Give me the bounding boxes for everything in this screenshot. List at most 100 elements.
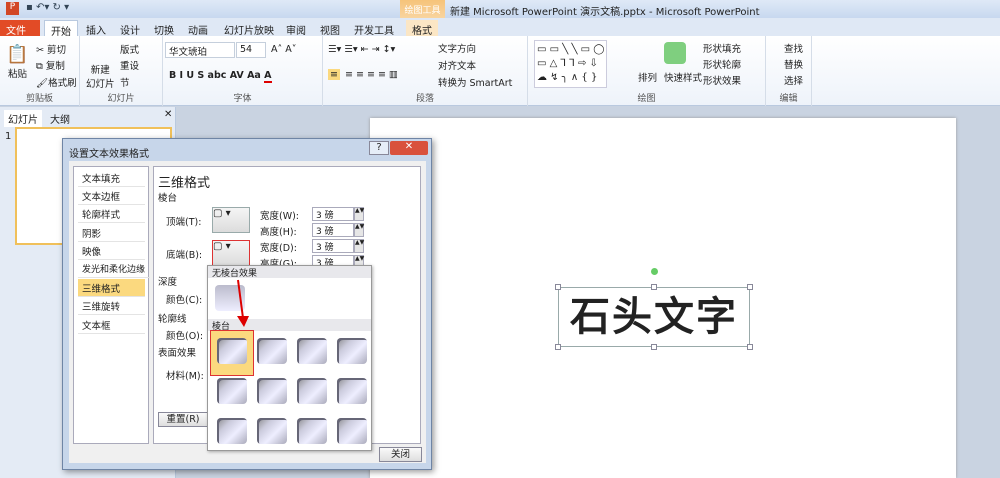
quick-access-toolbar[interactable]: ▪ ↶▾ ↻ ▾ <box>26 2 69 13</box>
top-width-input[interactable]: 3 磅 <box>312 207 354 221</box>
bevel-option[interactable] <box>217 418 247 444</box>
category-glow[interactable]: 发光和柔化边缘 <box>78 260 150 278</box>
shape-effects-button[interactable]: 形状效果 <box>703 73 741 87</box>
editing-group: 查找 替换 选择 编辑 <box>766 36 812 106</box>
convert-smartart-button[interactable]: 转换为 SmartArt <box>438 75 512 89</box>
tab-format[interactable]: 格式 <box>406 20 438 37</box>
top-bevel-label: 顶端(T): <box>166 217 202 228</box>
resize-handle[interactable] <box>747 284 753 290</box>
bottom-bevel-dropdown[interactable]: ▢ ▾ <box>212 240 250 266</box>
tab-developer[interactable]: 开发工具 <box>348 20 400 37</box>
tab-design[interactable]: 设计 <box>114 20 146 37</box>
shapes-gallery[interactable]: ▭ ▭ ╲ ╲ ▭ ◯ ▭ △ ⅂ ⅂ ⇨ ⇩ ☁ ↯ ╮ ∧ { } <box>534 40 608 88</box>
bevel-option[interactable] <box>257 418 287 444</box>
select-button[interactable]: 选择 <box>784 73 803 87</box>
top-bevel-dropdown[interactable]: ▢ ▾ <box>212 207 250 233</box>
category-text-box[interactable]: 文本框 <box>78 316 145 334</box>
reset-button[interactable]: 重置(R) <box>158 412 208 427</box>
tab-file[interactable]: 文件 <box>0 20 40 37</box>
text-box[interactable]: 石头文字 <box>558 287 750 347</box>
help-icon[interactable]: ? <box>369 141 389 155</box>
bottom-bevel-label: 底端(B): <box>166 250 203 261</box>
paste-button[interactable]: 粘贴 <box>8 66 27 80</box>
quick-styles-button[interactable]: 快速样式 <box>664 70 702 84</box>
font-size-select[interactable]: 54 <box>236 42 266 58</box>
surface-heading: 表面效果 <box>158 348 197 359</box>
font-name-select[interactable]: 华文琥珀 <box>165 42 235 58</box>
close-panel-icon[interactable]: ✕ <box>164 109 172 120</box>
align-left-button[interactable]: ≡ <box>328 69 340 80</box>
top-height-input[interactable]: 3 磅 <box>312 223 354 237</box>
bottom-width-spinner[interactable]: ▲▼ <box>354 239 364 253</box>
drawing-label: 绘图 <box>637 94 656 104</box>
tab-animations[interactable]: 动画 <box>182 20 214 37</box>
new-slide-button[interactable]: 新建 幻灯片 <box>86 62 115 90</box>
tab-transitions[interactable]: 切换 <box>148 20 180 37</box>
format-painter-label: 格式刷 <box>48 78 77 89</box>
close-button[interactable]: 关闭 <box>379 447 422 462</box>
font-size-buttons[interactable]: A˄ A˅ <box>271 44 297 55</box>
font-group: 华文琥珀 54 A˄ A˅ B I U S abc AV Aa A 字体 <box>163 36 323 106</box>
bottom-width-input[interactable]: 3 磅 <box>312 239 354 253</box>
bevel-option[interactable] <box>337 378 367 404</box>
reset-slide-button[interactable]: 重设 <box>120 58 139 72</box>
tab-review[interactable]: 审阅 <box>280 20 312 37</box>
bevel-heading: 棱台 <box>158 193 178 204</box>
layout-button[interactable]: 版式 <box>120 42 139 56</box>
tab-insert[interactable]: 插入 <box>80 20 112 37</box>
clipboard-label: 剪贴板 <box>25 94 53 104</box>
top-height-spinner[interactable]: ▲▼ <box>354 223 364 237</box>
shape-outline-button[interactable]: 形状轮廓 <box>703 57 741 71</box>
resize-handle[interactable] <box>651 284 657 290</box>
paragraph-label: 段落 <box>415 94 434 104</box>
tab-home[interactable]: 开始 <box>44 20 78 38</box>
rotate-handle[interactable] <box>651 268 658 275</box>
align-buttons[interactable]: ≡ ≡ ≡ ≡ ▥ <box>345 69 398 80</box>
tab-slides[interactable]: 幻灯片 <box>4 110 42 127</box>
resize-handle[interactable] <box>747 344 753 350</box>
bevel-option[interactable] <box>217 378 247 404</box>
copy-button[interactable]: ⧉ 复制 <box>36 58 65 72</box>
text-direction-button[interactable]: 文字方向 <box>438 41 476 55</box>
section-button[interactable]: 节 <box>120 75 130 89</box>
category-3d-format[interactable]: 三维格式 <box>78 279 145 297</box>
bevel-option[interactable] <box>337 418 367 444</box>
format-painter-button[interactable]: 🖌格式刷 <box>36 75 77 89</box>
resize-handle[interactable] <box>651 344 657 350</box>
list-buttons[interactable]: ☰▾ ☰▾ ⇤ ⇥ ↕▾ <box>328 44 395 55</box>
category-text-fill[interactable]: 文本填充 <box>78 169 145 187</box>
bevel-option[interactable] <box>337 338 367 364</box>
bevel-option[interactable] <box>297 338 327 364</box>
category-outline-style[interactable]: 轮廓样式 <box>78 205 145 223</box>
format-buttons[interactable]: B I U S abc AV Aa A <box>169 70 272 83</box>
category-3d-rotation[interactable]: 三维旋转 <box>78 297 145 315</box>
bevel-option[interactable] <box>257 378 287 404</box>
cut-button[interactable]: ✂ 剪切 <box>36 42 66 56</box>
find-button[interactable]: 查找 <box>784 41 803 55</box>
bevel-option[interactable] <box>297 418 327 444</box>
editing-label: 编辑 <box>779 94 798 104</box>
category-reflection[interactable]: 映像 <box>78 242 145 260</box>
quick-styles-icon <box>664 42 686 64</box>
category-shadow[interactable]: 阴影 <box>78 224 145 242</box>
bevel-option[interactable] <box>217 338 247 364</box>
close-icon[interactable]: ✕ <box>390 141 428 155</box>
bevel-option[interactable] <box>257 338 287 364</box>
tab-view[interactable]: 视图 <box>314 20 346 37</box>
bevel-option[interactable] <box>297 378 327 404</box>
material-label: 材料(M): <box>166 371 204 382</box>
align-text-button[interactable]: 对齐文本 <box>438 58 476 72</box>
top-width-spinner[interactable]: ▲▼ <box>354 207 364 221</box>
paragraph-group: ☰▾ ☰▾ ⇤ ⇥ ↕▾ ≡ ≡ ≡ ≡ ≡ ▥ 文字方向 对齐文本 转换为 S… <box>323 36 528 106</box>
category-text-outline[interactable]: 文本边框 <box>78 187 145 205</box>
tab-outline[interactable]: 大纲 <box>46 110 74 127</box>
section-heading: 三维格式 <box>158 176 211 191</box>
tab-slideshow[interactable]: 幻灯片放映 <box>218 20 280 37</box>
copy-label: 复制 <box>45 61 65 72</box>
resize-handle[interactable] <box>555 344 561 350</box>
arrange-button[interactable]: 排列 <box>638 70 657 84</box>
replace-button[interactable]: 替换 <box>784 57 803 71</box>
shape-fill-button[interactable]: 形状填充 <box>703 41 741 55</box>
top-width-label: 宽度(W): <box>260 211 300 222</box>
resize-handle[interactable] <box>555 284 561 290</box>
